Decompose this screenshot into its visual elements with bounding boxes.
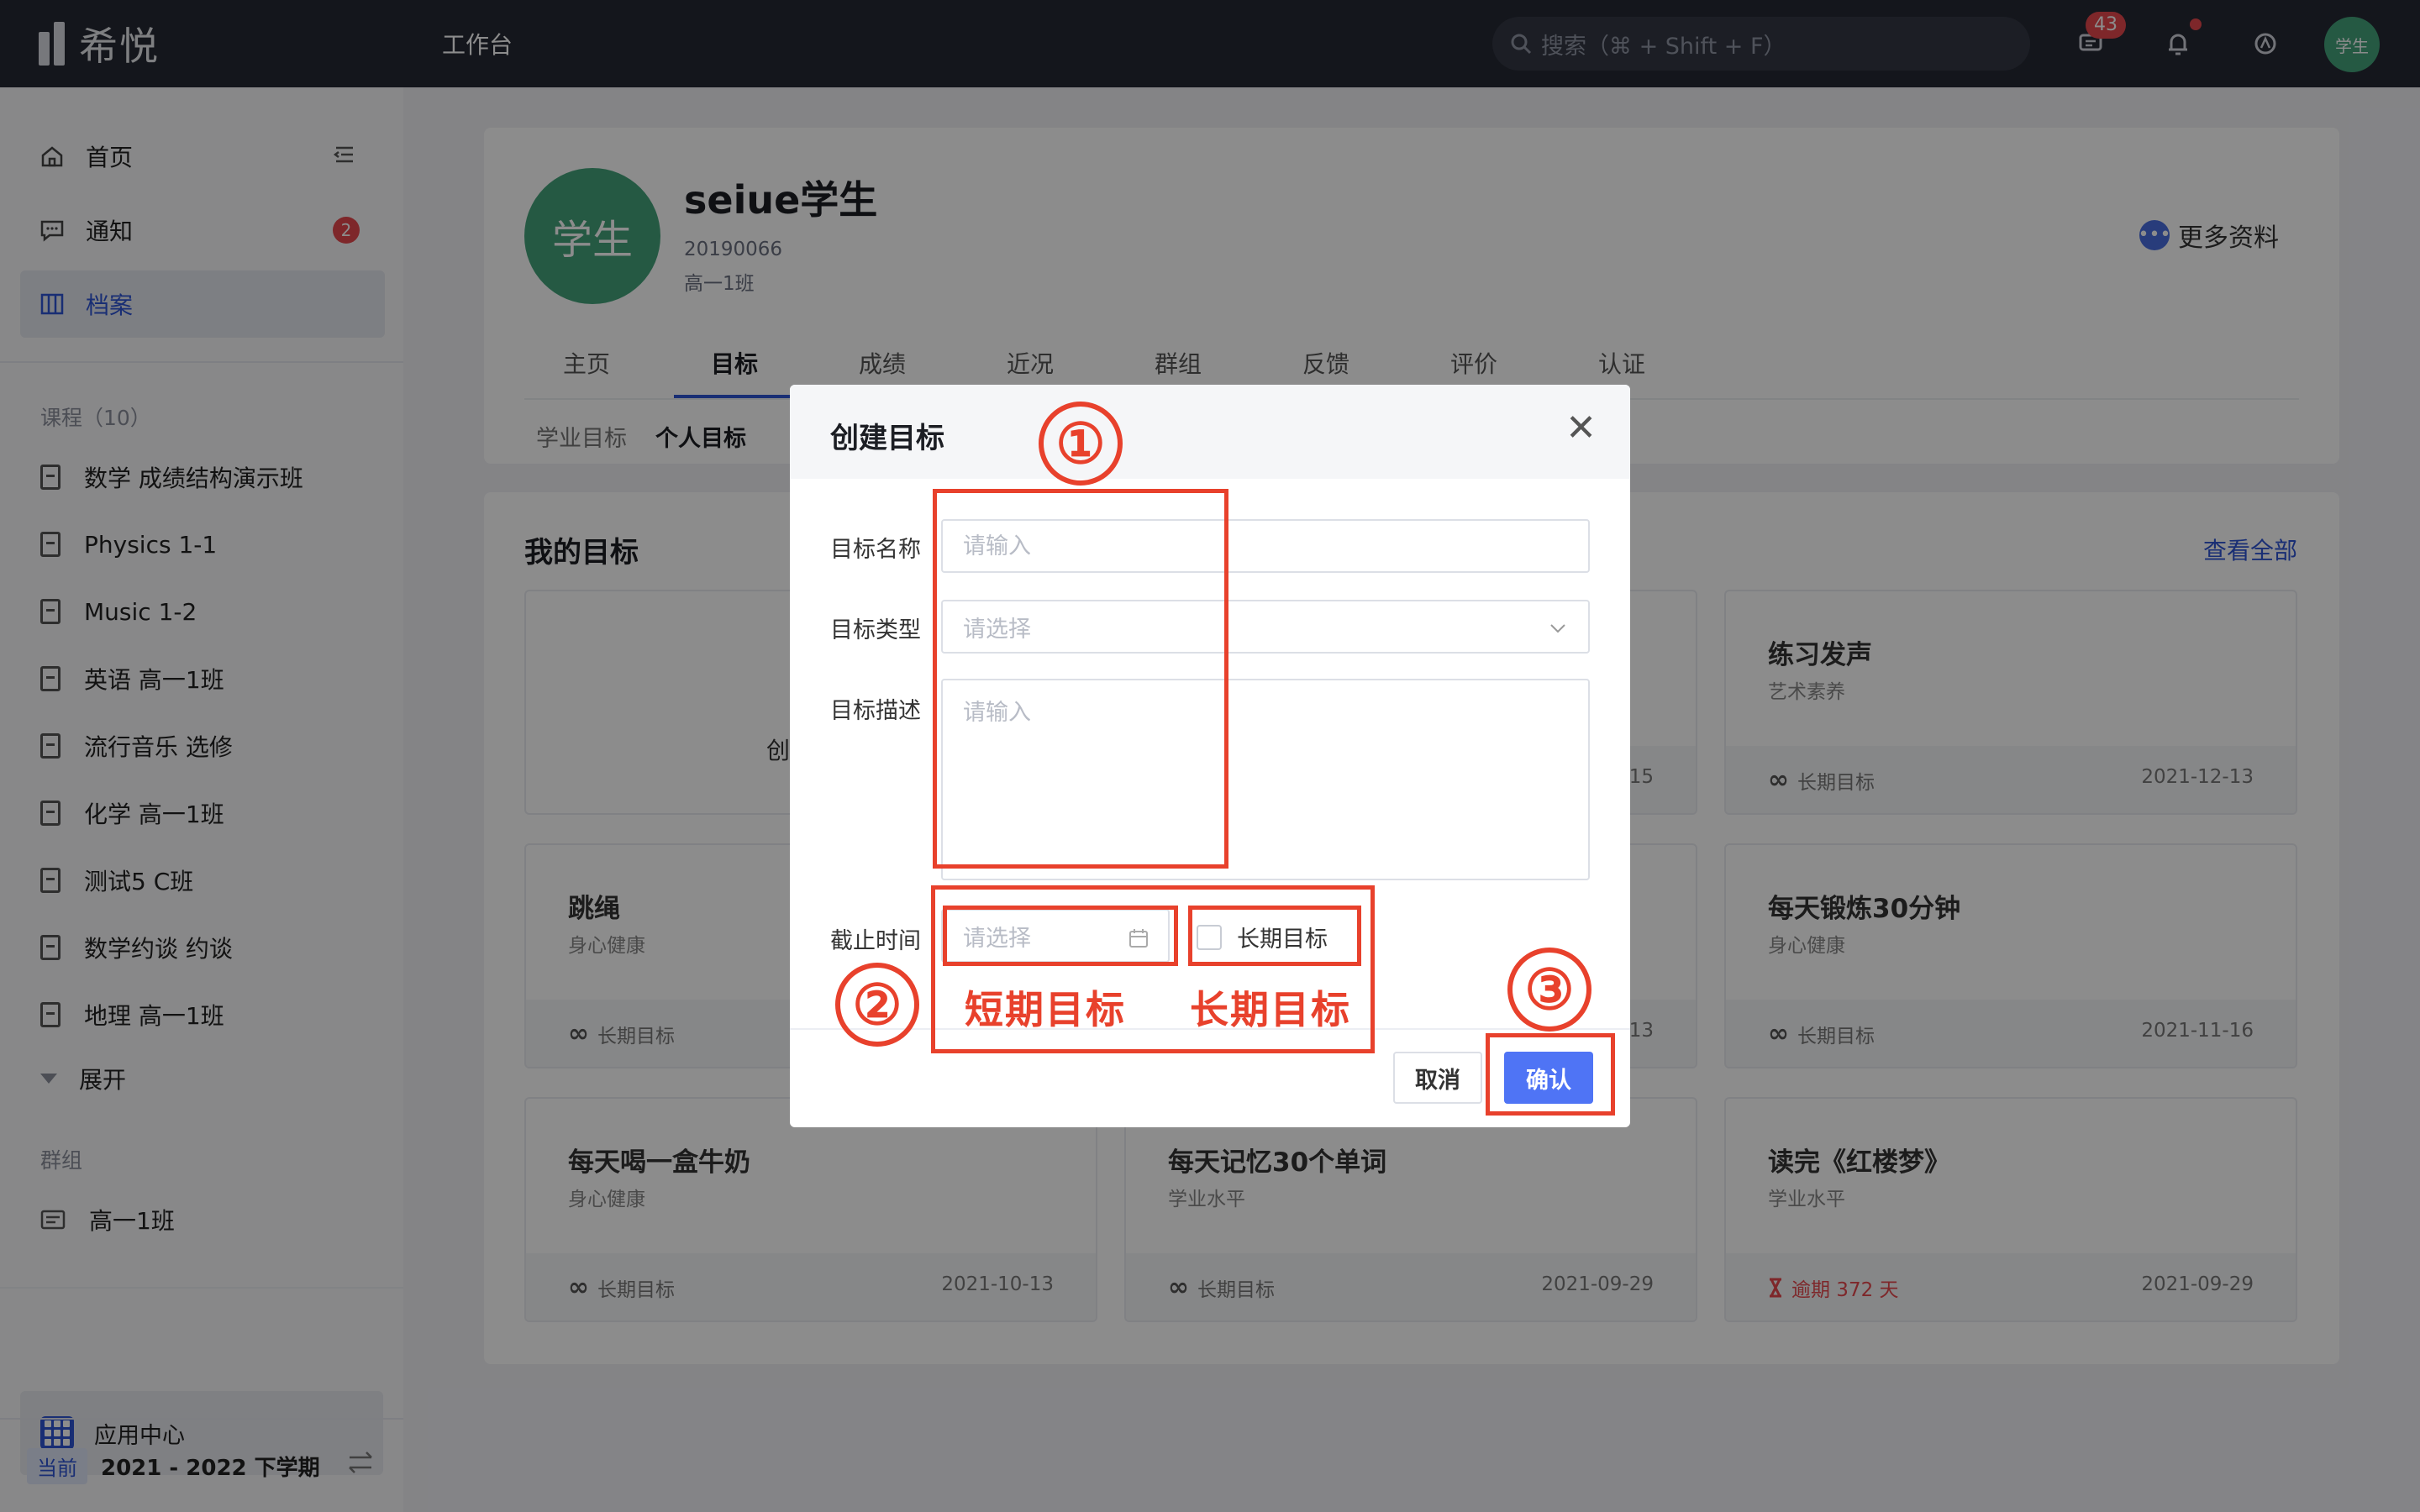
- annotation-short-term-text: 短期目标: [965, 987, 1126, 1032]
- annotation-box-confirm: [1486, 1033, 1615, 1116]
- annotation-long-term-text: 长期目标: [1190, 987, 1351, 1032]
- deadline-label: 截止时间: [830, 928, 921, 954]
- goal-type-label: 目标类型: [830, 617, 921, 643]
- close-icon[interactable]: ✕: [1565, 410, 1597, 447]
- annotation-number-2: ②: [835, 963, 919, 1047]
- goal-description-label: 目标描述: [830, 698, 921, 724]
- chevron-down-icon: [1550, 624, 1565, 633]
- annotation-box-date-picker: [943, 906, 1178, 966]
- annotation-box-long-term: [1188, 906, 1361, 966]
- annotation-number-1: ①: [1039, 402, 1123, 486]
- annotation-number-3: ③: [1507, 948, 1591, 1032]
- dialog-title: 创建目标: [830, 422, 944, 455]
- cancel-button[interactable]: 取消: [1393, 1052, 1482, 1104]
- annotation-box-basic-fields: [933, 489, 1228, 869]
- goal-name-label: 目标名称: [830, 537, 921, 563]
